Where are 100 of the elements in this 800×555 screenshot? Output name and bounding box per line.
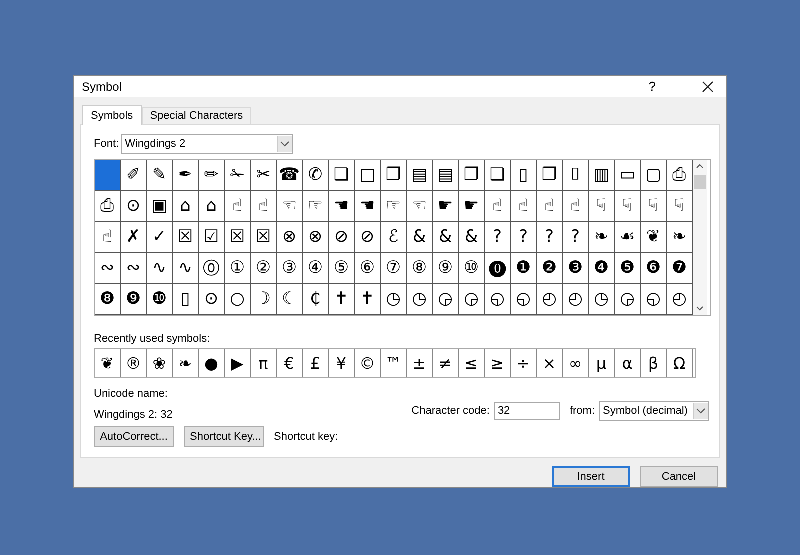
symbol-cell[interactable]: ? <box>537 222 563 253</box>
symbol-cell[interactable]: ⊙ <box>121 191 147 222</box>
symbol-cell[interactable]: ⌂ <box>199 191 225 222</box>
symbol-cell[interactable]: ⓿ <box>485 253 511 284</box>
symbol-cell[interactable]: ⊙ <box>199 284 225 315</box>
symbol-cell[interactable]: ✗ <box>121 222 147 253</box>
symbol-cell[interactable]: ❶ <box>511 253 537 284</box>
symbol-cell[interactable]: ◶ <box>459 284 485 315</box>
symbol-cell[interactable]: ❦ <box>641 222 667 253</box>
symbol-cell[interactable]: ❐ <box>381 160 407 191</box>
symbol-cell[interactable]: ❻ <box>641 253 667 284</box>
from-dropdown[interactable]: Symbol (decimal) <box>599 401 709 421</box>
dialog-button[interactable]: Cancel <box>640 466 718 487</box>
symbol-cell[interactable]: ✒ <box>173 160 199 191</box>
recent-symbol-cell[interactable]: ± <box>407 349 433 377</box>
symbol-cell[interactable]: ☝ <box>511 191 537 222</box>
recent-symbol-cell[interactable]: α <box>615 349 641 377</box>
symbol-cell[interactable]: ③ <box>277 253 303 284</box>
symbol-cell[interactable]: ☒ <box>251 222 277 253</box>
symbol-cell[interactable]: & <box>459 222 485 253</box>
recent-symbol-cell[interactable]: ▶ <box>225 349 251 377</box>
symbol-cell[interactable]: ◵ <box>485 284 511 315</box>
symbol-cell[interactable]: ? <box>563 222 589 253</box>
recent-symbol-cell[interactable]: × <box>537 349 563 377</box>
recent-symbol-cell[interactable]: µ <box>589 349 615 377</box>
symbol-cell[interactable]: ☝ <box>537 191 563 222</box>
recent-symbol-cell[interactable]: Ω <box>667 349 693 377</box>
symbol-cell[interactable]: ☝ <box>251 191 277 222</box>
symbol-cell[interactable]: ⑩ <box>459 253 485 284</box>
symbol-cell[interactable]: ⎙ <box>95 191 121 222</box>
symbol-cell[interactable]: ✝ <box>355 284 381 315</box>
character-code-field[interactable]: 32 <box>494 402 560 420</box>
symbol-cell[interactable]: ⑧ <box>407 253 433 284</box>
recent-symbol-cell[interactable]: ¥ <box>329 349 355 377</box>
symbol-cell[interactable]: ? <box>511 222 537 253</box>
recent-symbol-cell[interactable]: £ <box>303 349 329 377</box>
symbol-cell[interactable]: ⊗ <box>303 222 329 253</box>
symbol-cell[interactable]: ℰ <box>381 222 407 253</box>
symbol-cell[interactable]: ❽ <box>95 284 121 315</box>
symbol-cell[interactable]: ④ <box>303 253 329 284</box>
symbol-cell[interactable]: ◴ <box>537 284 563 315</box>
recent-symbol-cell[interactable]: ❀ <box>147 349 173 377</box>
symbol-cell[interactable]: ⑥ <box>355 253 381 284</box>
tab[interactable]: Special Characters <box>142 107 252 124</box>
symbol-cell[interactable]: ⑦ <box>381 253 407 284</box>
symbol-cell[interactable]: ❺ <box>615 253 641 284</box>
symbol-cell[interactable]: ❏ <box>329 160 355 191</box>
symbol-cell[interactable]: ✏ <box>199 160 225 191</box>
symbol-cell[interactable]: ◶ <box>433 284 459 315</box>
recent-symbol-cell[interactable]: π <box>251 349 277 377</box>
scroll-up-icon[interactable] <box>696 164 704 169</box>
symbol-cell[interactable]: ❏ <box>485 160 511 191</box>
symbol-cell[interactable]: ✓ <box>147 222 173 253</box>
symbol-cell[interactable]: ☞ <box>381 191 407 222</box>
recent-symbol-cell[interactable]: ™ <box>381 349 407 377</box>
recent-symbol-cell[interactable]: € <box>277 349 303 377</box>
shortcut-key-button[interactable]: Shortcut Key... <box>184 426 264 447</box>
font-dropdown[interactable]: Wingdings 2 <box>121 134 294 154</box>
symbol-cell[interactable]: ❸ <box>563 253 589 284</box>
symbol-cell[interactable]: ₵ <box>303 284 329 315</box>
recent-symbol-cell[interactable]: ❧ <box>173 349 199 377</box>
symbol-cell[interactable]: ☎ <box>277 160 303 191</box>
symbol-cell[interactable]: ◵ <box>641 284 667 315</box>
symbol-cell[interactable]: ⊗ <box>277 222 303 253</box>
symbol-cell[interactable]: ❧ <box>589 222 615 253</box>
recent-symbol-cell[interactable]: ∞ <box>563 349 589 377</box>
symbol-cell[interactable]: ☒ <box>225 222 251 253</box>
symbol-cell[interactable]: ✂ <box>251 160 277 191</box>
symbol-cell[interactable]: ✝ <box>329 284 355 315</box>
symbol-cell[interactable]: ◷ <box>381 284 407 315</box>
symbol-cell[interactable] <box>95 160 121 191</box>
symbol-cell[interactable]: ☛ <box>433 191 459 222</box>
symbol-cell[interactable]: ☒ <box>173 222 199 253</box>
symbol-cell[interactable]: ☙ <box>615 222 641 253</box>
symbol-cell[interactable]: ☞ <box>303 191 329 222</box>
symbol-cell[interactable]: ☝ <box>225 191 251 222</box>
symbol-cell[interactable]: ▢ <box>641 160 667 191</box>
recent-symbol-cell[interactable]: ≤ <box>459 349 485 377</box>
scroll-thumb[interactable] <box>694 175 706 189</box>
symbol-cell[interactable]: □ <box>355 160 381 191</box>
symbol-cell[interactable]: ❹ <box>589 253 615 284</box>
scroll-down-icon[interactable] <box>696 306 704 311</box>
symbol-cell[interactable]: ◶ <box>615 284 641 315</box>
symbol-cell[interactable]: ◷ <box>589 284 615 315</box>
symbol-cell[interactable]: ▯ <box>173 284 199 315</box>
symbol-cell[interactable]: ☑ <box>199 222 225 253</box>
symbol-cell[interactable]: ❿ <box>147 284 173 315</box>
symbol-cell[interactable]: ◵ <box>511 284 537 315</box>
symbol-cell[interactable]: ○ <box>225 284 251 315</box>
symbol-cell[interactable]: ✎ <box>147 160 173 191</box>
symbol-cell[interactable]: ❾ <box>121 284 147 315</box>
symbol-cell[interactable]: ☚ <box>355 191 381 222</box>
symbol-cell[interactable]: ☟ <box>615 191 641 222</box>
symbol-cell[interactable]: ⓪ <box>199 253 225 284</box>
recent-symbol-cell[interactable]: ≥ <box>485 349 511 377</box>
symbol-cell[interactable]: ◷ <box>407 284 433 315</box>
help-button[interactable]: ? <box>644 79 660 94</box>
symbol-cell[interactable]: ☝ <box>563 191 589 222</box>
recent-symbol-cell[interactable]: ❦ <box>95 349 121 377</box>
symbol-cell[interactable]: ☽ <box>251 284 277 315</box>
